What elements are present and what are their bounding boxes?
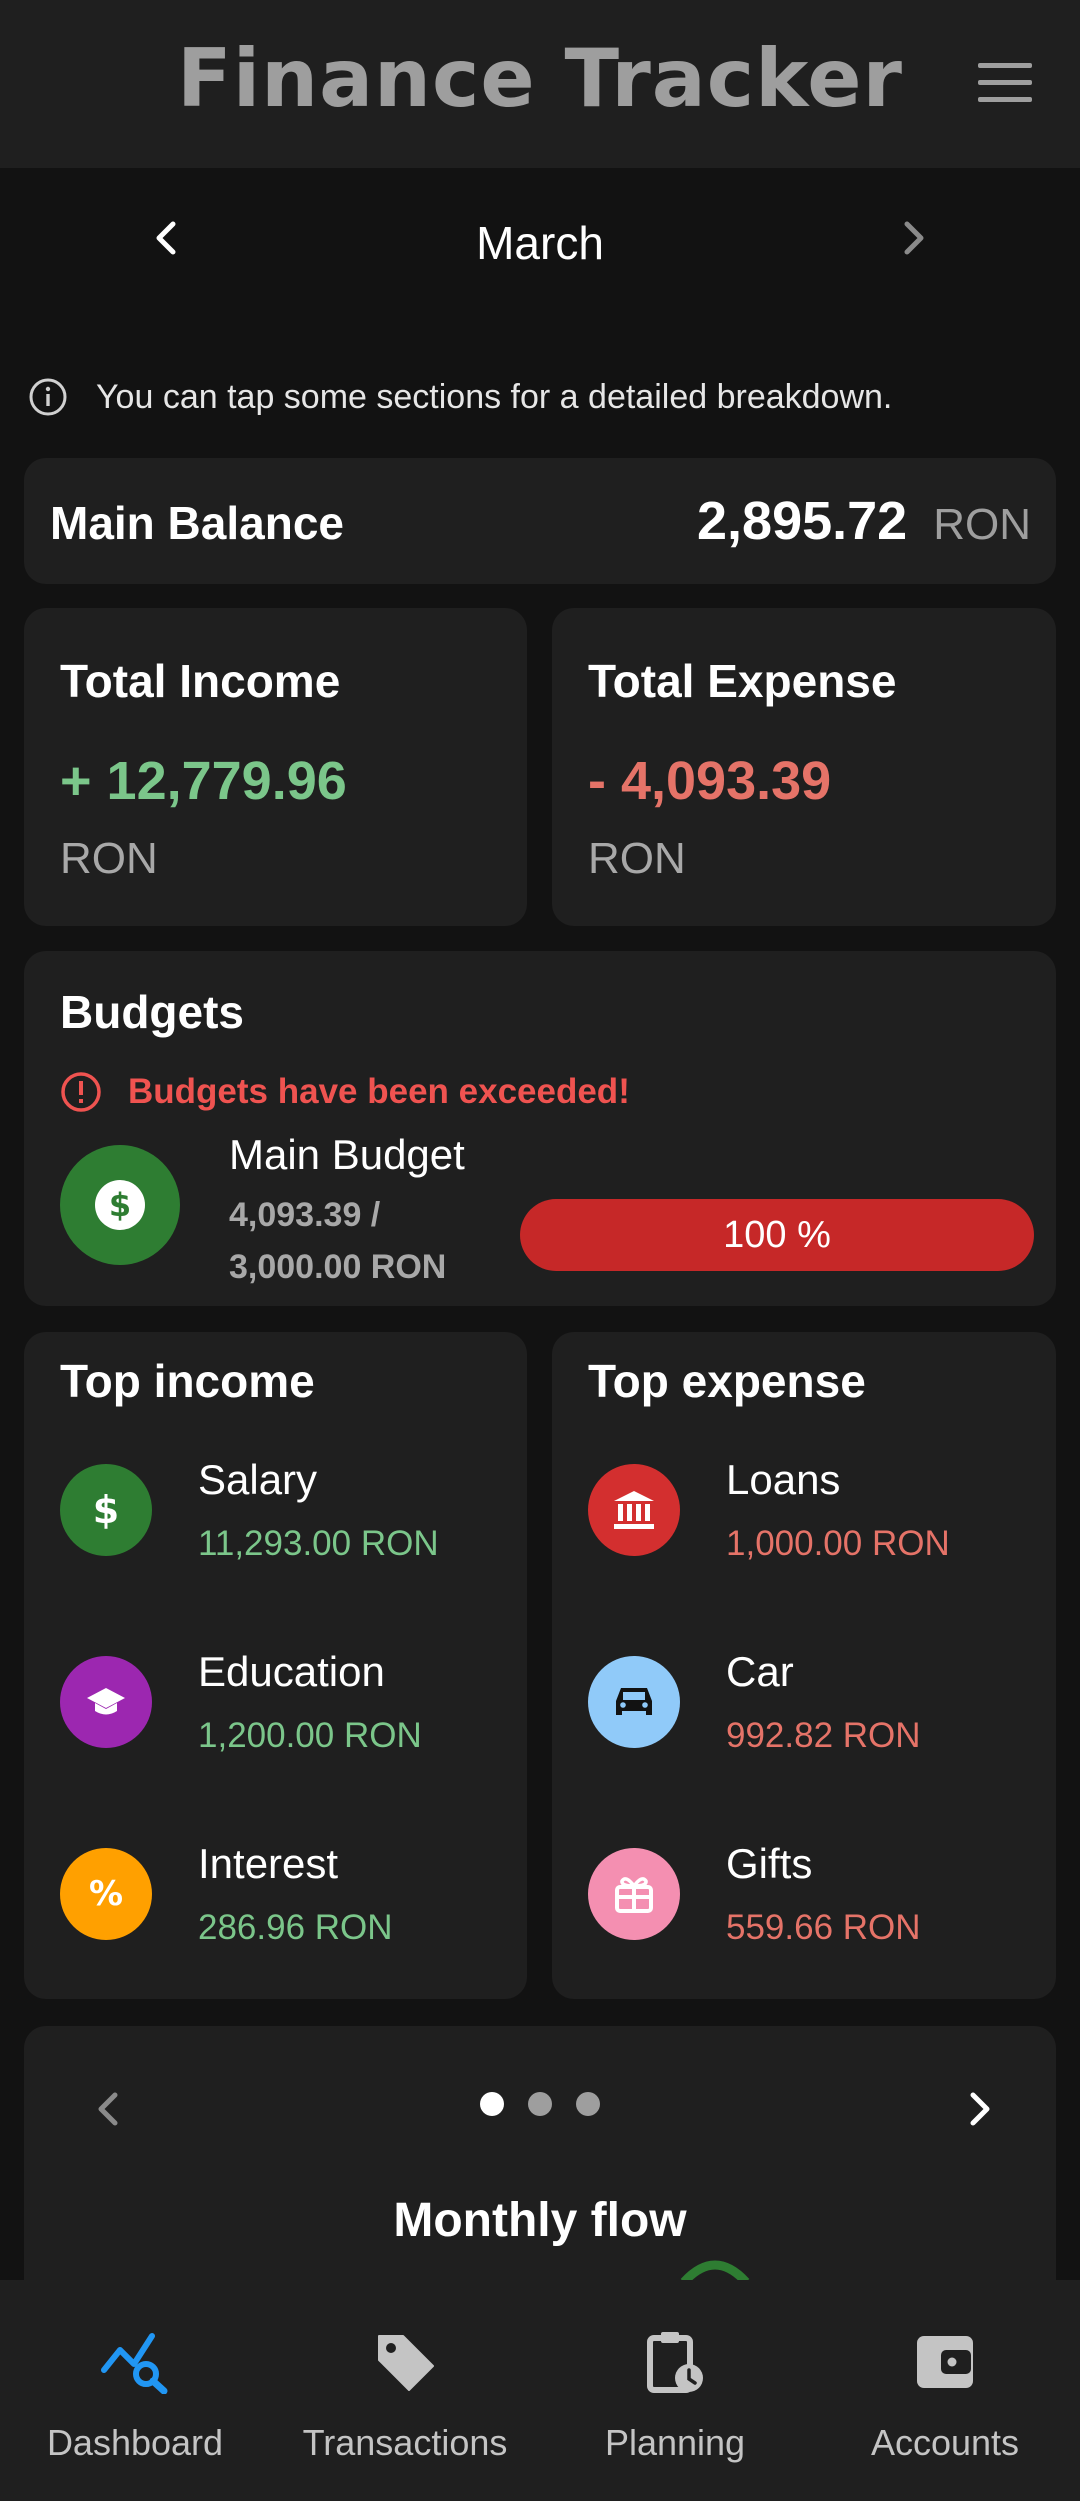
total-income-card[interactable]: Total Income + 12,779.96 RON xyxy=(24,608,527,926)
next-chart-button[interactable] xyxy=(954,2084,1004,2134)
gift-glyph xyxy=(615,1877,653,1913)
chart-title: Monthly flow xyxy=(393,2194,687,2247)
income-item-amount: 1,200.00 RON xyxy=(198,1716,422,1755)
income-currency: RON xyxy=(60,834,158,883)
income-title: Total Income xyxy=(60,655,341,707)
svg-text:$: $ xyxy=(109,1186,131,1224)
chevron-right-icon xyxy=(904,221,924,255)
nav-label: Transactions xyxy=(302,2422,508,2463)
bank-icon xyxy=(588,1464,680,1556)
expense-item-name: Gifts xyxy=(726,1840,813,1887)
dashboard-glyph xyxy=(101,2333,168,2394)
budget-amount-spent: 4,093.39 / xyxy=(229,1196,381,1234)
nav-transactions[interactable]: Transactions xyxy=(270,2280,540,2501)
budgets-title: Budgets xyxy=(60,986,244,1038)
main-balance-card[interactable]: Main Balance 2,895.72 RON xyxy=(24,458,1056,584)
expense-item-amount: 1,000.00 RON xyxy=(726,1524,950,1563)
income-item-amount: 11,293.00 RON xyxy=(198,1524,439,1563)
expense-currency: RON xyxy=(588,834,686,883)
month-navigation: March xyxy=(0,168,1080,308)
bottom-navigation: Dashboard Transactions Planning Accounts xyxy=(0,2280,1080,2501)
balance-label: Main Balance xyxy=(50,497,344,549)
cap-glyph xyxy=(87,1688,125,1715)
bank-glyph xyxy=(614,1491,654,1529)
chart-line-fragment xyxy=(680,2260,750,2282)
hint-text: You can tap some sections for a detailed… xyxy=(96,377,893,416)
total-expense-card[interactable]: Total Expense - 4,093.39 RON xyxy=(552,608,1056,926)
balance-value: 2,895.72 RON xyxy=(697,490,1031,552)
nav-planning[interactable]: Planning xyxy=(540,2280,810,2501)
budget-warning-text: Budgets have been exceeded! xyxy=(128,1072,630,1111)
budget-name: Main Budget xyxy=(229,1131,465,1178)
income-amount: + 12,779.96 xyxy=(60,751,347,811)
clipboard-glyph xyxy=(647,2332,703,2393)
next-month-button[interactable] xyxy=(888,213,938,263)
car-glyph xyxy=(616,1688,652,1715)
chevron-right-icon xyxy=(970,2092,990,2126)
budgets-card[interactable]: Budgets Budgets have been exceeded! $ Ma… xyxy=(24,951,1056,1306)
car-icon xyxy=(588,1656,680,1748)
app-title: Finance Tracker xyxy=(177,32,903,125)
nav-label: Accounts xyxy=(870,2422,1020,2463)
chevron-left-icon xyxy=(98,2092,118,2126)
dollar-icon: $ xyxy=(60,1464,152,1556)
expense-item-name: Loans xyxy=(726,1456,841,1503)
page-indicator-dot[interactable] xyxy=(528,2092,552,2116)
expense-item-amount: 992.82 RON xyxy=(726,1716,921,1755)
page-indicator-dot-active[interactable] xyxy=(480,2092,504,2116)
nav-label: Dashboard xyxy=(46,2422,224,2463)
budget-amount-limit: 3,000.00 RON xyxy=(229,1248,447,1286)
nav-label: Planning xyxy=(604,2422,746,2463)
income-item-name: Interest xyxy=(198,1840,339,1887)
top-expense-title: Top expense xyxy=(588,1355,866,1407)
app-bar: Finance Tracker xyxy=(0,0,1080,168)
budget-dollar-icon: $ xyxy=(60,1145,180,1265)
graduation-cap-icon xyxy=(60,1656,152,1748)
tag-glyph xyxy=(378,2335,434,2391)
dollar-coin-glyph: $ xyxy=(95,1180,145,1230)
income-item-name: Education xyxy=(198,1648,385,1695)
top-income-title: Top income xyxy=(60,1355,315,1407)
budget-warning: Budgets have been exceeded! xyxy=(60,1071,630,1113)
percent-icon: % xyxy=(60,1848,152,1940)
clipboard-clock-icon xyxy=(540,2322,810,2402)
info-icon xyxy=(29,378,67,416)
dashboard-chart-icon xyxy=(0,2322,270,2402)
budget-amount: 4,093.39 / 3,000.00 RON xyxy=(229,1189,489,1293)
previous-chart-button[interactable] xyxy=(84,2084,134,2134)
budget-progress-bar: 100 % xyxy=(520,1199,1034,1271)
expense-title: Total Expense xyxy=(588,655,897,707)
expense-item-name: Car xyxy=(726,1648,794,1695)
top-income-card[interactable]: Top income $ Salary 11,293.00 RON Educat… xyxy=(24,1332,527,1999)
balance-amount: 2,895.72 xyxy=(697,491,908,551)
alert-icon xyxy=(61,1072,101,1112)
wallet-glyph xyxy=(917,2336,973,2388)
tag-icon xyxy=(270,2322,540,2402)
balance-currency: RON xyxy=(933,500,1031,549)
wallet-icon xyxy=(810,2322,1080,2402)
nav-accounts[interactable]: Accounts xyxy=(810,2280,1080,2501)
expense-amount: - 4,093.39 xyxy=(588,751,832,811)
nav-dashboard[interactable]: Dashboard xyxy=(0,2280,270,2501)
page-indicator-dot[interactable] xyxy=(576,2092,600,2116)
hint-row: You can tap some sections for a detailed… xyxy=(28,372,892,422)
expense-item-amount: 559.66 RON xyxy=(726,1908,921,1947)
menu-icon[interactable] xyxy=(975,60,1035,106)
income-item-amount: 286.96 RON xyxy=(198,1908,393,1947)
top-expense-card[interactable]: Top expense Loans 1,000.00 RON Car 992.8… xyxy=(552,1332,1056,1999)
income-item-name: Salary xyxy=(198,1456,318,1503)
gift-icon xyxy=(588,1848,680,1940)
